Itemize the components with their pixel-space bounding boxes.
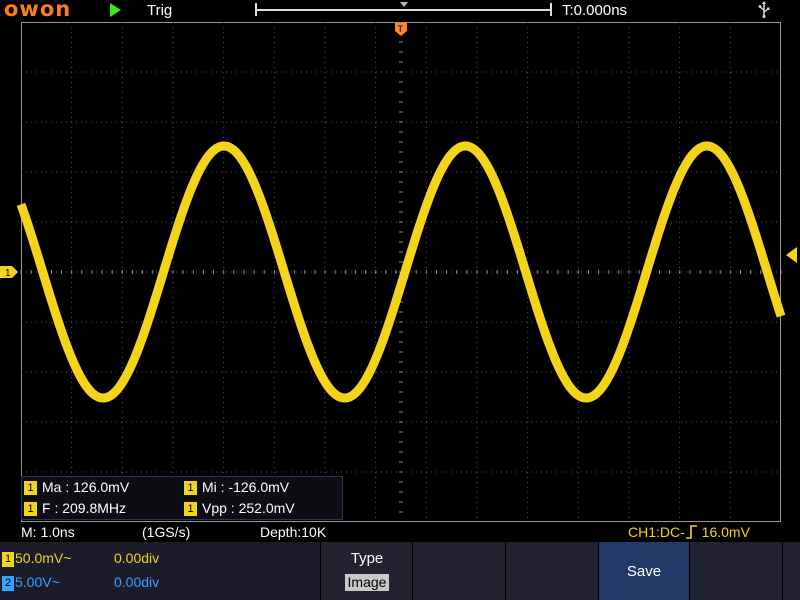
type-label: Type (350, 550, 384, 567)
brand-logo: owon (4, 0, 72, 21)
measurement-panel: 1 Ma : 126.0mV 1 Mi : -126.0mV 1 F : 209.8M… (21, 476, 343, 520)
trigger-position-marker[interactable]: T (395, 23, 407, 36)
empty-menu-button-4[interactable] (782, 542, 800, 600)
timebase-position-bar[interactable] (255, 2, 552, 16)
soft-menu-bar: 1 50.0mV~ 0.00div 2 5.00V~ 0.00div Type Imag… (0, 542, 800, 600)
trigger-level-marker[interactable] (786, 247, 797, 263)
channel-2-offset: 0.00div (114, 574, 160, 590)
channel-1-level-marker[interactable]: 1 (0, 266, 18, 279)
measurement-frequency: 1 F : 209.8MHz (24, 499, 126, 518)
channel-1-scale: 50.0mV~ (15, 550, 72, 566)
play-icon (110, 3, 121, 17)
acquisition-status-line: M: 1.0ns (1GS/s) Depth:10K CH1:DC- 16.0m… (0, 522, 800, 542)
empty-menu-button-1[interactable] (412, 542, 505, 600)
trigger-status: Trig (147, 2, 173, 19)
trigger-source: CH1:DC- (628, 524, 685, 540)
empty-menu-button-2[interactable] (505, 542, 598, 600)
channel-2-badge: 2 (2, 576, 14, 591)
frequency-value: F : 209.8MHz (42, 500, 127, 516)
timebase-readout: M: 1.0ns (21, 524, 75, 540)
channel-badge: 1 (184, 502, 197, 516)
trigger-level: 16.0mV (701, 524, 750, 540)
measurement-max: 1 Ma : 126.0mV (24, 478, 129, 497)
channel-2-info[interactable]: 2 5.00V~ 0.00div (2, 572, 159, 592)
channel-info-panel: 1 50.0mV~ 0.00div 2 5.00V~ 0.00div (0, 542, 320, 600)
channel-1-offset: 0.00div (114, 550, 160, 566)
save-button[interactable]: Save (598, 542, 689, 600)
max-value: Ma : 126.0mV (42, 479, 130, 495)
channel-badge: 1 (24, 481, 37, 495)
trigger-marker-label: T (398, 24, 404, 34)
timebase-track (257, 9, 550, 11)
channel-1-info[interactable]: 1 50.0mV~ 0.00div (2, 548, 159, 568)
empty-menu-button-3[interactable] (689, 542, 782, 600)
usb-icon (758, 1, 770, 18)
time-offset-readout: T:0.000ns (562, 2, 628, 19)
channel-2-scale: 5.00V~ (15, 574, 60, 590)
graticule-canvas: 1T (0, 22, 797, 522)
timebase-position-marker (400, 2, 408, 7)
channel-badge: 1 (184, 481, 197, 495)
save-label: Save (626, 563, 662, 580)
type-menu-button[interactable]: Type Image (320, 542, 413, 600)
min-value: Mi : -126.0mV (202, 479, 290, 495)
channel-1-marker-label: 1 (5, 268, 11, 279)
rising-edge-icon (685, 525, 697, 539)
top-status-bar: owon Trig T:0.000ns (0, 0, 800, 22)
channel-1-badge: 1 (2, 552, 14, 567)
record-depth-readout: Depth:10K (260, 524, 327, 540)
vpp-value: Vpp : 252.0mV (202, 500, 295, 516)
measurement-vpp: 1 Vpp : 252.0mV (184, 499, 295, 518)
type-value: Image (345, 574, 389, 591)
trigger-setting-readout: CH1:DC- 16.0mV (628, 524, 750, 540)
channel-badge: 1 (24, 502, 37, 516)
measurement-min: 1 Mi : -126.0mV (184, 478, 289, 497)
sample-rate-readout: (1GS/s) (142, 524, 191, 540)
waveform-display[interactable]: 1T (0, 22, 800, 522)
